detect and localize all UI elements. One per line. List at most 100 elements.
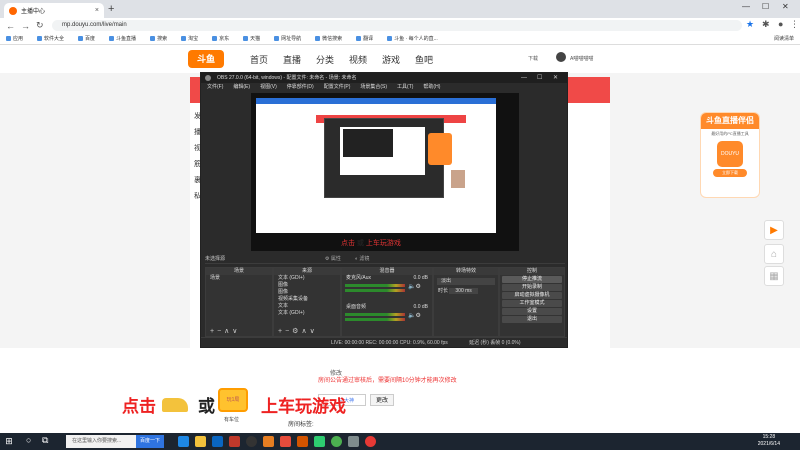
nav-game[interactable]: 游戏	[382, 53, 400, 66]
app-icon[interactable]: ▦	[764, 266, 784, 286]
sources-header: 来源	[274, 268, 340, 275]
avatar[interactable]	[556, 52, 566, 62]
source-item[interactable]: 图像	[274, 282, 340, 289]
promo-download-button[interactable]: 立即下载	[713, 169, 747, 177]
nav-home[interactable]: 首页	[250, 53, 268, 66]
bookmark-item[interactable]: 斗鱼 · 每个人的直...	[387, 35, 438, 42]
download-link[interactable]: 下载	[528, 55, 538, 62]
bookmark-item[interactable]: 微信搜索	[315, 35, 342, 42]
obs-close-icon[interactable]: ✕	[553, 73, 558, 83]
source-item[interactable]: 文本 (GDI+)	[274, 310, 340, 317]
system-clock[interactable]: 15:28 2021/6/14	[758, 434, 780, 448]
scene-item[interactable]: 场景	[206, 275, 272, 282]
store-icon[interactable]	[212, 436, 223, 447]
back-icon[interactable]: ←	[6, 21, 15, 31]
new-tab-icon[interactable]: +	[108, 3, 114, 15]
obs-menu-item[interactable]: 停靠部件(D)	[287, 83, 314, 92]
forward-icon[interactable]: →	[21, 21, 30, 31]
app-icon[interactable]	[348, 436, 359, 447]
sources-controls[interactable]: +−⚙∧∨	[278, 327, 318, 335]
minimize-icon[interactable]: —	[742, 2, 750, 11]
extensions-icon[interactable]: ✱	[762, 19, 770, 30]
source-item[interactable]: 视频采集设备	[274, 296, 340, 303]
properties-button[interactable]: ⚙ 属性	[325, 255, 341, 264]
obs-menu-item[interactable]: 编辑(E)	[233, 83, 250, 92]
change-button[interactable]: 更改	[370, 394, 394, 406]
nav-video[interactable]: 视频	[349, 53, 367, 66]
reading-list[interactable]: 阅读清单	[774, 35, 794, 42]
virtual-camera-button[interactable]: 启动虚拟摄像机	[502, 292, 562, 299]
transition-select[interactable]: 淡出	[437, 278, 495, 285]
obs-source-toolbar: 未选择源 ⚙ 属性 ◐ 滤镜	[205, 255, 565, 264]
transitions-dock: 转场特效 淡出 时长 300 ms	[433, 267, 499, 337]
douyu-icon	[109, 36, 115, 41]
browser-tab[interactable]: 主播中心 ×	[4, 3, 104, 18]
obs-menu-item[interactable]: 帮助(H)	[423, 83, 440, 92]
home-icon[interactable]: ⌂	[764, 244, 784, 264]
reload-icon[interactable]: ↻	[36, 20, 44, 31]
bookmark-item[interactable]: 天猫	[243, 35, 260, 42]
duration-field[interactable]: 300 ms	[449, 288, 478, 294]
mic-volume-icon[interactable]: 🔈⚙	[408, 283, 421, 290]
tab-close-icon[interactable]: ×	[95, 7, 99, 14]
desktop-volume-icon[interactable]: 🔈⚙	[408, 312, 421, 319]
obs-icon[interactable]	[246, 436, 257, 447]
obs-maximize-icon[interactable]: ☐	[537, 73, 542, 83]
search-icon[interactable]: ○	[26, 435, 31, 445]
profile-icon[interactable]: ●	[778, 19, 783, 29]
obs-preview[interactable]: 点击 或 上车玩游戏	[251, 93, 519, 251]
stop-stream-button[interactable]: 停止推流	[502, 276, 562, 283]
douyu-icon	[387, 36, 393, 41]
studio-mode-button[interactable]: 工作室模式	[502, 300, 562, 307]
bookmark-item[interactable]: 京东	[212, 35, 229, 42]
bookmark-item[interactable]: 百度	[78, 35, 95, 42]
taskbar-search-input[interactable]: 在这里输入你要搜索...	[66, 435, 136, 448]
obs-menu-item[interactable]: 文件(F)	[207, 83, 223, 92]
source-item[interactable]: 图像	[274, 289, 340, 296]
source-item[interactable]: 文本	[274, 303, 340, 310]
url-field[interactable]: mp.douyu.com/live/main	[52, 20, 742, 31]
settings-button[interactable]: 设置	[502, 308, 562, 315]
source-item[interactable]: 文本 (GDI+)	[274, 275, 340, 282]
obs-window: OBS 27.0.0 (64-bit, windows) - 配置文件: 未命名…	[200, 72, 568, 348]
app-icon[interactable]	[280, 436, 291, 447]
menu-icon[interactable]: ⋮	[790, 19, 799, 30]
bookmark-item[interactable]: 搜索	[150, 35, 167, 42]
file-explorer-icon[interactable]	[195, 436, 206, 447]
scenes-controls[interactable]: +−∧∨	[210, 327, 240, 335]
nav-fishbar[interactable]: 鱼吧	[415, 53, 433, 66]
maximize-icon[interactable]: ☐	[762, 2, 769, 11]
bookmark-item[interactable]: 斗鱼直播	[109, 35, 136, 42]
bookmark-star-icon[interactable]: ★	[746, 19, 754, 30]
app-icon[interactable]	[229, 436, 240, 447]
obs-minimize-icon[interactable]: —	[521, 73, 527, 83]
windows-start-icon[interactable]: ⊞	[0, 433, 18, 450]
netease-music-icon[interactable]	[365, 436, 376, 447]
bookmark-item[interactable]: 淘宝	[181, 35, 198, 42]
bookmark-item[interactable]: 网址导航	[274, 35, 301, 42]
promo-widget[interactable]: 斗鱼直播伴侣 最好用的PC直播工具 DOUYU 立即下载	[700, 112, 760, 198]
obs-menu-item[interactable]: 配置文件(P)	[324, 83, 351, 92]
username[interactable]: A喵喵喵喵	[570, 55, 593, 62]
edge-icon[interactable]	[178, 436, 189, 447]
nav-category[interactable]: 分类	[316, 53, 334, 66]
obs-menu-item[interactable]: 场景集合(S)	[360, 83, 387, 92]
bookmark-item[interactable]: 软件大全	[37, 35, 64, 42]
chrome-icon[interactable]	[331, 436, 342, 447]
close-window-icon[interactable]: ✕	[782, 2, 789, 11]
app-icon[interactable]	[263, 436, 274, 447]
app-icon[interactable]	[314, 436, 325, 447]
nav-live[interactable]: 直播	[283, 53, 301, 66]
app-icon[interactable]	[297, 436, 308, 447]
exit-button[interactable]: 退出	[502, 316, 562, 323]
start-recording-button[interactable]: 开始录制	[502, 284, 562, 291]
filters-button[interactable]: ◐ 滤镜	[355, 255, 369, 264]
bookmark-item[interactable]: 应用	[6, 35, 23, 42]
obs-menu-item[interactable]: 视图(V)	[260, 83, 277, 92]
douyu-logo[interactable]: 斗鱼	[188, 50, 224, 68]
taskbar-search-button[interactable]: 百度一下	[136, 435, 164, 448]
task-view-icon[interactable]: ⧉	[42, 435, 48, 446]
obs-menu-item[interactable]: 工具(T)	[397, 83, 413, 92]
play-icon[interactable]: ▶	[764, 220, 784, 240]
bookmark-item[interactable]: 翻译	[356, 35, 373, 42]
